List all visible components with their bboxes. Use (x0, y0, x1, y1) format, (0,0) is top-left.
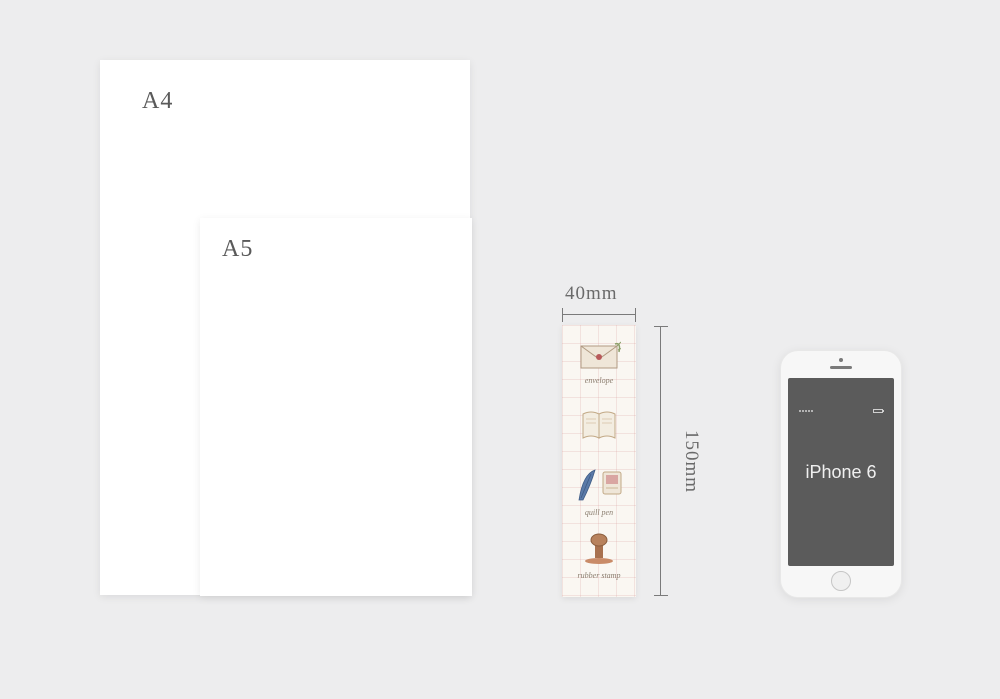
a5-label: A5 (222, 236, 253, 263)
phone-screen: iPhone 6 (788, 378, 894, 566)
height-dimension-bar (654, 324, 668, 598)
home-button-icon (831, 571, 851, 591)
rubber-stamp-icon (577, 529, 621, 569)
bookmark-caption: quill pen (585, 508, 613, 517)
bookmark-item-envelope: envelope (568, 333, 630, 391)
width-dimension-bar (560, 308, 638, 322)
quill-stamp-icon (573, 464, 625, 506)
envelope-icon (577, 340, 621, 374)
a5-paper (200, 218, 472, 596)
width-dimension-label: 40mm (565, 283, 618, 305)
signal-icon (799, 410, 813, 412)
bookmark-caption: rubber stamp (578, 571, 621, 580)
bookmark-item-quill: quill pen (568, 461, 630, 519)
phone-earpiece-icon (830, 366, 852, 369)
phone-camera-icon (839, 358, 843, 362)
bookmark-caption: envelope (585, 376, 613, 385)
open-book-icon (577, 406, 621, 444)
bookmark-card: envelope quill pen rubber stamp (562, 325, 636, 597)
phone-model-label: iPhone 6 (805, 462, 876, 483)
bookmark-item-book (568, 397, 630, 455)
status-bar (799, 408, 883, 414)
a4-label: A4 (142, 88, 173, 115)
phone-mockup: iPhone 6 (780, 350, 902, 598)
bookmark-item-stamp: rubber stamp (568, 525, 630, 583)
height-dimension-label: 150mm (680, 430, 702, 493)
battery-icon (873, 409, 883, 413)
